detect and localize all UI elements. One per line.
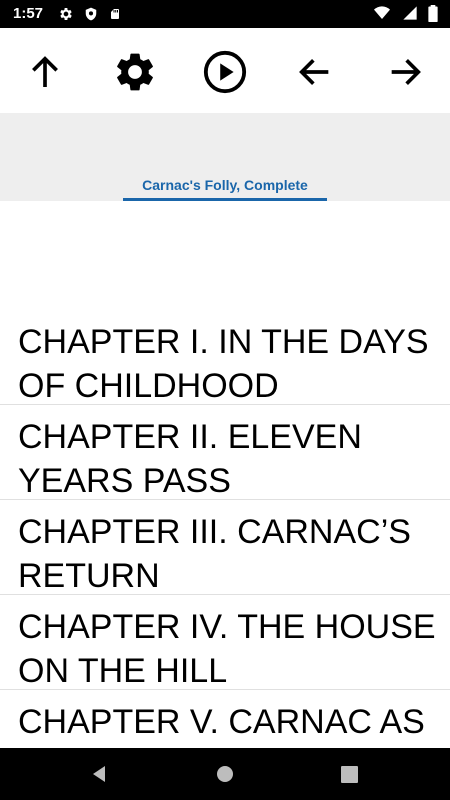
- chapter-item-1[interactable]: CHAPTER I. IN THE DAYS OF CHILDHOOD: [0, 310, 450, 405]
- toolbar: [0, 28, 450, 113]
- battery-icon: [428, 5, 438, 22]
- settings-gear-icon: [117, 53, 153, 91]
- status-left-icons: [58, 6, 127, 24]
- chapter-title: CHAPTER IV. THE HOUSE ON THE HILL: [18, 608, 436, 690]
- sd-card-icon: [110, 9, 119, 19]
- play-circle-icon: [203, 50, 247, 94]
- shield-icon: [86, 7, 97, 21]
- back-triangle-icon: [93, 766, 105, 782]
- home-button[interactable]: [210, 759, 240, 789]
- play-button[interactable]: [201, 48, 249, 96]
- chapter-item-3[interactable]: CHAPTER III. CARNAC’S RETURN: [0, 500, 450, 595]
- arrow-right-icon: [391, 59, 421, 85]
- next-button[interactable]: [381, 48, 429, 96]
- previous-button[interactable]: [291, 48, 339, 96]
- back-button[interactable]: [84, 759, 114, 789]
- status-right-icons: [373, 5, 438, 23]
- chapter-title: CHAPTER II. ELEVEN YEARS PASS: [18, 418, 362, 500]
- tab-carnacs-folly-complete[interactable]: Carnac's Folly, Complete: [123, 169, 327, 201]
- chapter-item-4[interactable]: CHAPTER IV. THE HOUSE ON THE HILL: [0, 595, 450, 690]
- wifi-icon: [374, 6, 391, 19]
- settings-button[interactable]: [111, 48, 159, 96]
- up-button[interactable]: [21, 48, 69, 96]
- chapter-title: CHAPTER III. CARNAC’S RETURN: [18, 513, 411, 595]
- chapter-item-5[interactable]: CHAPTER V. CARNAC AS: [0, 690, 450, 748]
- recents-square-icon: [340, 765, 358, 783]
- chapter-list-container[interactable]: CHAPTER I. IN THE DAYS OF CHILDHOOD CHAP…: [0, 201, 450, 748]
- gear-icon: [60, 8, 72, 20]
- arrow-up-icon: [32, 56, 58, 87]
- chapter-list: CHAPTER I. IN THE DAYS OF CHILDHOOD CHAP…: [0, 310, 450, 748]
- status-bar: 1:57: [0, 0, 450, 28]
- status-time: 1:57: [13, 5, 44, 22]
- recents-button[interactable]: [334, 759, 364, 789]
- tab-bar: Carnac's Folly, Complete: [0, 113, 450, 201]
- system-nav-bar: [0, 748, 450, 800]
- chapter-title: CHAPTER V. CARNAC AS: [18, 703, 425, 741]
- cellular-signal-icon: [402, 6, 417, 20]
- chapter-item-2[interactable]: CHAPTER II. ELEVEN YEARS PASS: [0, 405, 450, 500]
- chapter-title: CHAPTER I. IN THE DAYS OF CHILDHOOD: [18, 323, 429, 405]
- arrow-left-icon: [299, 59, 329, 85]
- home-circle-icon: [217, 766, 233, 782]
